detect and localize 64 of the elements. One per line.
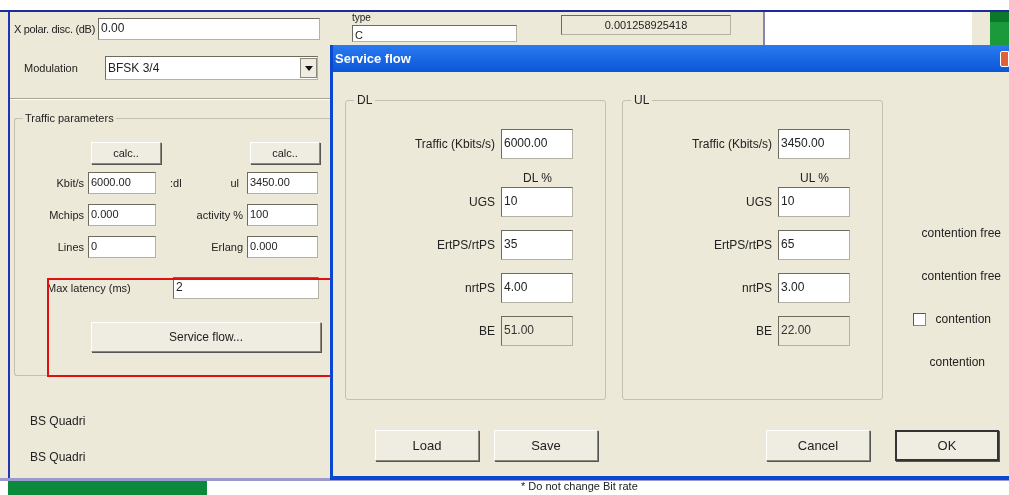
calc-button[interactable]: calc..	[250, 142, 320, 164]
input-field[interactable]: 10	[501, 187, 573, 217]
dialog-button[interactable]: Load	[375, 430, 479, 461]
field-label: nrtPS	[741, 280, 773, 297]
field-label: Erlang	[211, 239, 243, 255]
readonly-field: 22.00	[778, 316, 850, 346]
footnote-text: * Do not change Bit rate	[521, 480, 638, 492]
readonly-field: 0.001258925418	[561, 15, 731, 35]
column-heading: UL %	[800, 170, 829, 187]
field-label: type	[352, 13, 372, 23]
column-heading: DL %	[523, 170, 552, 187]
input-field[interactable]: 6000.00	[88, 172, 156, 194]
calc-button[interactable]: calc..	[91, 142, 161, 164]
input-field[interactable]: 65	[778, 230, 850, 260]
field-label: Traffic (Kbits/s)	[691, 136, 773, 153]
service-flow-button[interactable]: Service flow...	[91, 322, 321, 352]
field-label: ErtPS/rtPS	[713, 237, 773, 254]
dialog-button[interactable]: OK	[895, 430, 999, 461]
dialog-button[interactable]: Cancel	[766, 430, 870, 461]
input-field[interactable]: 10	[778, 187, 850, 217]
field-label: UGS	[468, 194, 496, 211]
close-icon[interactable]	[1000, 50, 1009, 67]
input-field[interactable]: 0	[88, 236, 156, 258]
checkbox-label[interactable]: contention	[935, 310, 1005, 328]
group-title: UL	[631, 93, 653, 107]
field-label: :dl	[170, 175, 182, 191]
field-label: ul	[230, 175, 239, 191]
field-label: activity %	[196, 207, 243, 223]
input-field[interactable]: 3.00	[778, 273, 850, 303]
list-item[interactable]: BS Quadri	[30, 412, 330, 430]
input-field[interactable]: 0.00	[98, 18, 320, 40]
field-label: Mchips	[48, 207, 85, 223]
field-label: nrtPS	[464, 280, 496, 297]
input-field[interactable]: 2	[173, 277, 319, 299]
input-field[interactable]: C	[352, 25, 517, 42]
input-field[interactable]: 100	[247, 204, 318, 226]
input-field[interactable]: 4.00	[501, 273, 573, 303]
field-label: BE	[755, 323, 773, 340]
input-field[interactable]: 3450.00	[247, 172, 318, 194]
note-text: contention free	[921, 225, 1002, 242]
dialog-title: Service flow	[335, 49, 411, 68]
field-label: Traffic (Kbits/s)	[414, 136, 496, 153]
field-label: X polar. disc. (dB)	[12, 21, 96, 37]
input-field[interactable]: 6000.00	[501, 129, 573, 159]
dialog-button[interactable]: Save	[494, 430, 598, 461]
field-label: Lines	[56, 239, 85, 255]
field-label: BE	[478, 323, 496, 340]
field-label: Modulation	[24, 60, 79, 76]
input-field[interactable]: 35	[501, 230, 573, 260]
field-label: UGS	[745, 194, 773, 211]
field-label: Kbit/s	[55, 175, 85, 191]
readonly-field: 51.00	[501, 316, 573, 346]
note-text: contention	[929, 354, 986, 371]
input-field[interactable]: 3450.00	[778, 129, 850, 159]
list-item[interactable]: BS Quadri	[30, 448, 330, 466]
status-indicator	[990, 12, 1009, 45]
group-title: DL	[354, 93, 376, 107]
group-title: Traffic parameters	[23, 111, 116, 125]
checkbox[interactable]	[912, 312, 926, 326]
modulation-dropdown[interactable]: BFSK 3/4	[105, 56, 318, 80]
input-field[interactable]: 0.000	[247, 236, 318, 258]
input-field[interactable]: 0.000	[88, 204, 156, 226]
field-label: ErtPS/rtPS	[436, 237, 496, 254]
note-text: contention free	[921, 268, 1002, 285]
